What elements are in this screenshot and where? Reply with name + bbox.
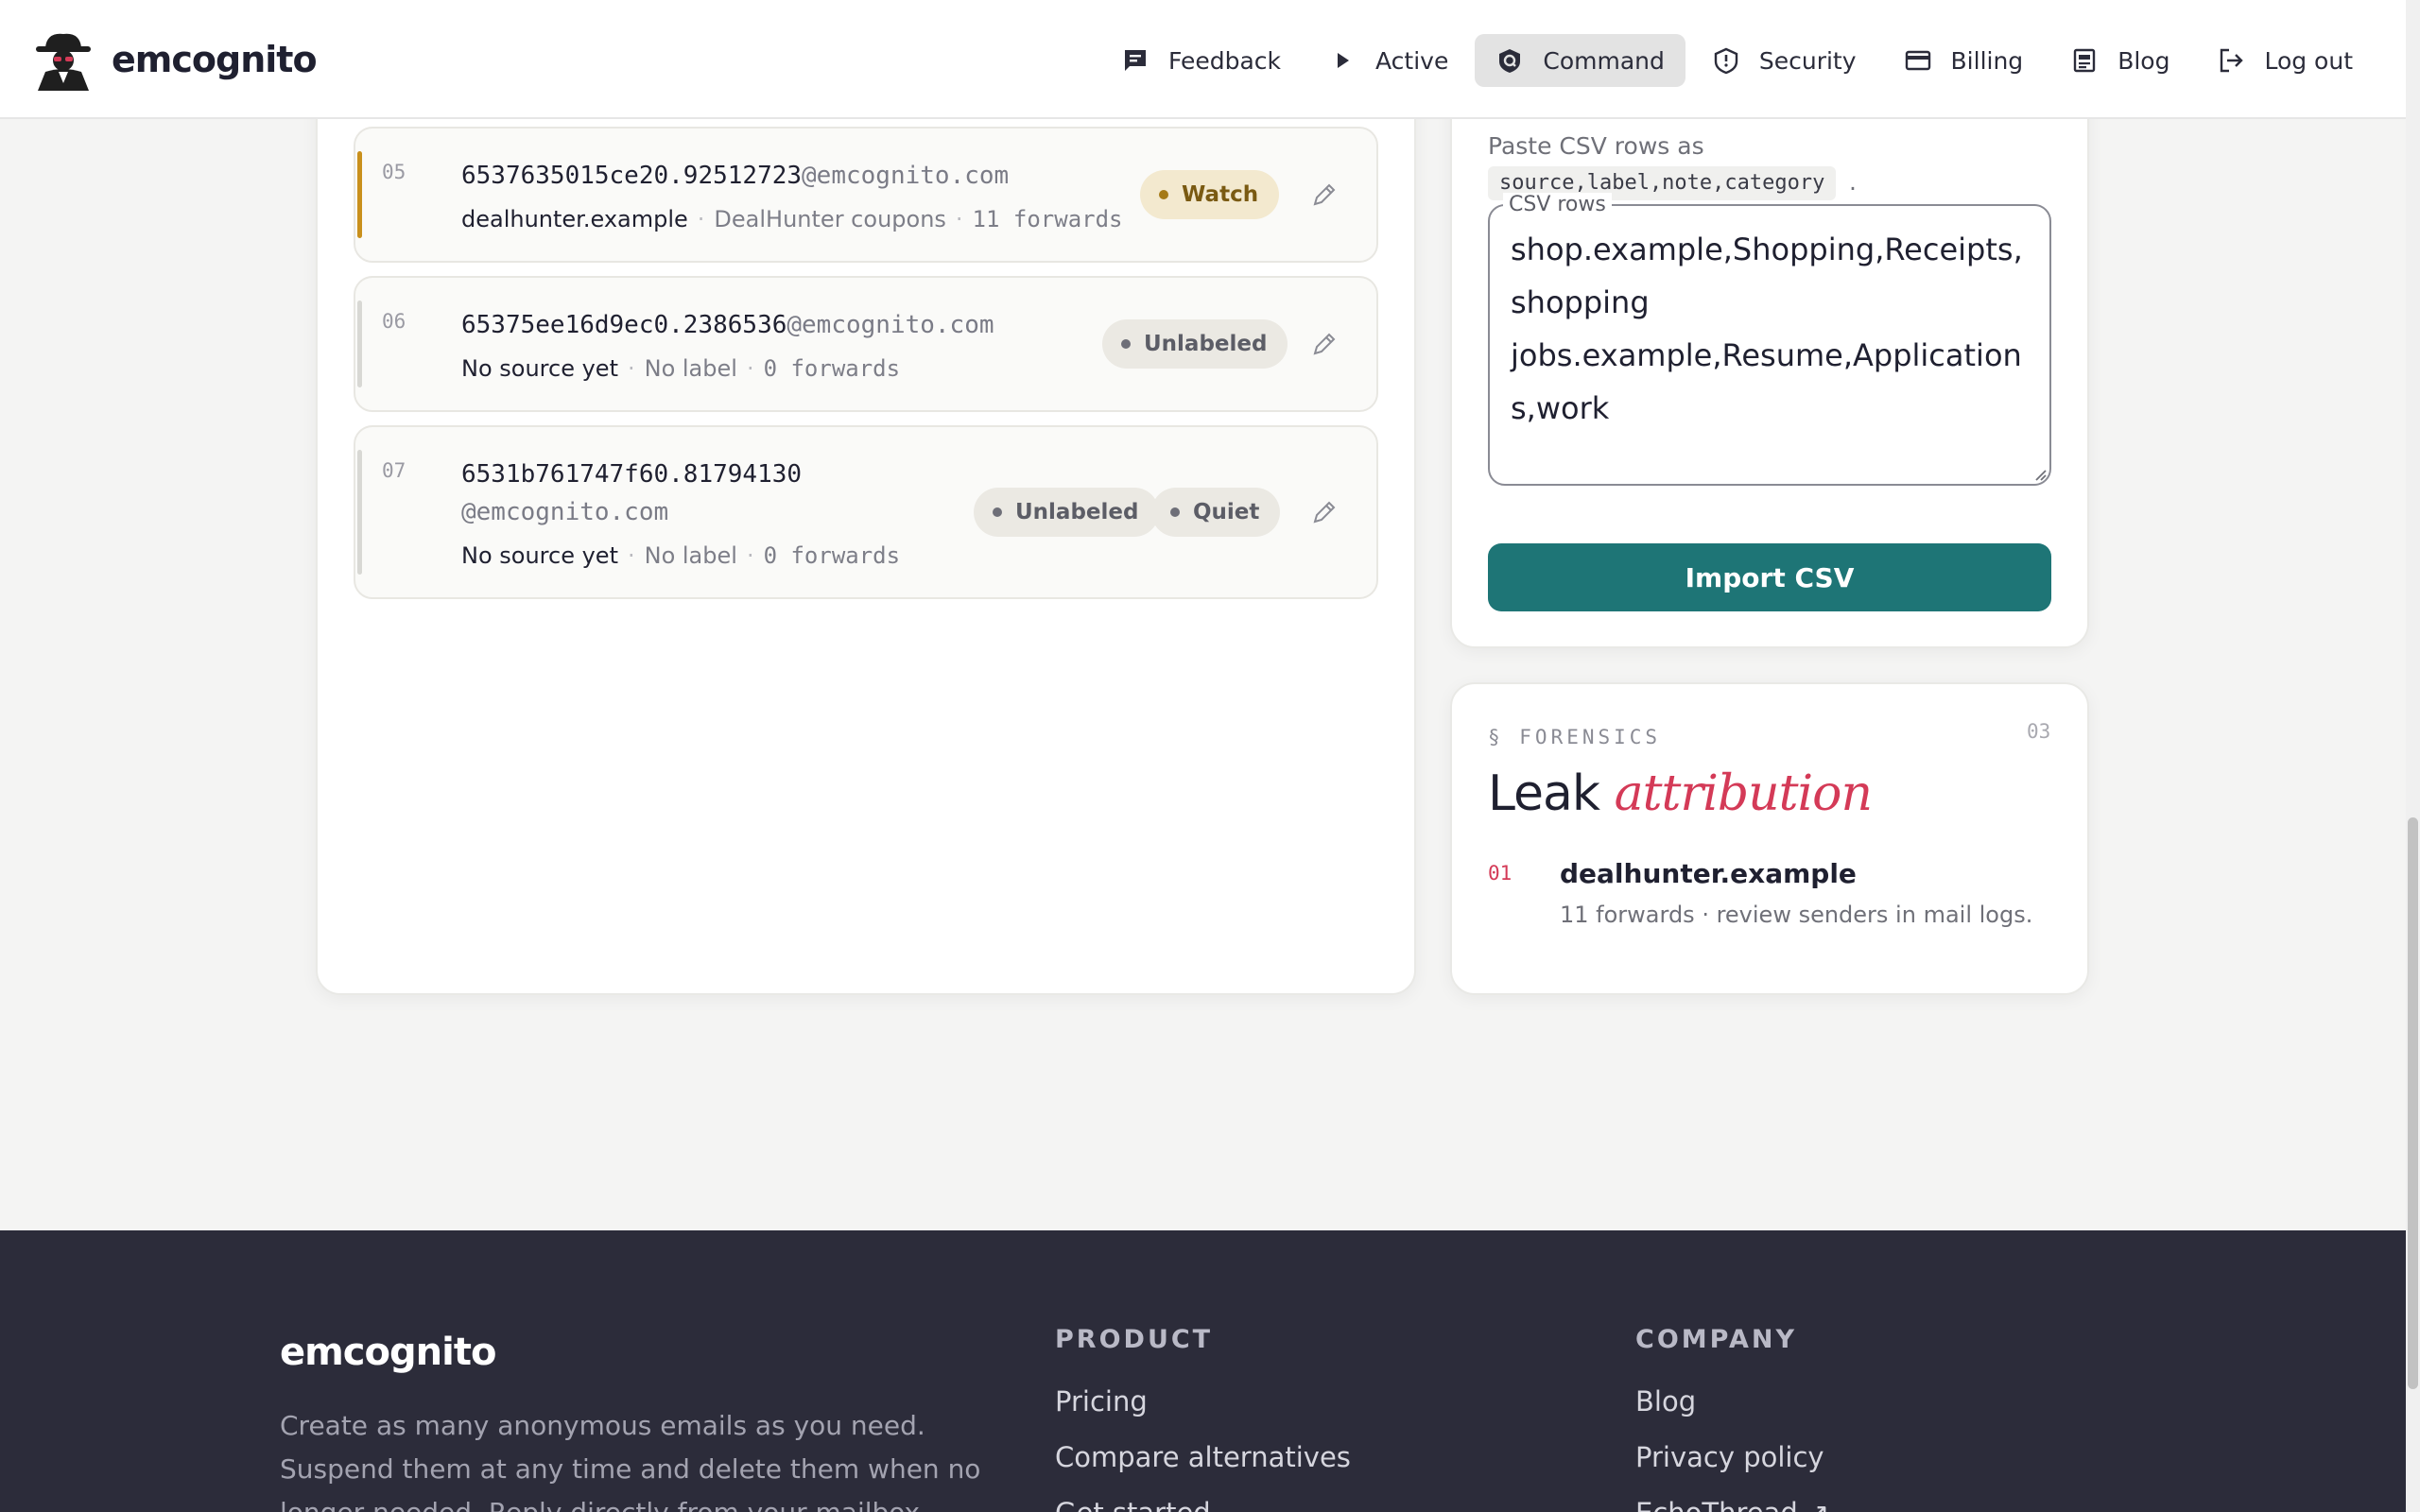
alias-meta: No source yet · No label · 0 forwards [461,355,901,382]
alias-domain: @emcognito.com [461,498,669,526]
nav-label: Log out [2264,46,2353,75]
status-dot [993,507,1002,517]
leak-rank: 01 [1488,862,1512,885]
footer-link-privacy[interactable]: Privacy policy [1635,1441,1824,1473]
spy-logo-icon [36,33,91,91]
footer-link-pricing[interactable]: Pricing [1055,1385,1148,1418]
nav-security[interactable]: Security [1691,34,1877,87]
feedback-icon [1124,50,1146,71]
footer-description: Create as many anonymous emails as you n… [280,1410,981,1512]
csv-format-period: . [1849,168,1857,196]
alias-forwards: 0 forwards [763,542,901,569]
leak-source: dealhunter.example [1560,858,1857,889]
row-accent-bar [357,151,362,238]
footer-brand[interactable]: emcognito [280,1331,496,1374]
nav-logout[interactable]: Log out [2196,34,2374,87]
status-badge: Quiet [1151,488,1281,537]
pencil-icon[interactable] [1310,330,1339,358]
status-label: Unlabeled [1015,500,1139,524]
status-badge: Watch [1140,170,1280,219]
top-nav-bar: emcognito Feedback Active Command Securi… [0,0,2406,119]
alias-address[interactable]: 65375ee16d9ec0.2386536@emcognito.com [461,306,994,344]
command-icon [1499,49,1521,73]
section-title: Leak attribution [1488,765,1873,822]
status-dot [1159,190,1168,199]
resize-grip-icon[interactable] [2032,467,2048,482]
nav-label: Command [1543,46,1665,75]
nav-label: Feedback [1167,46,1282,75]
section-number: 03 [2027,720,2051,743]
alias-domain: @emcognito.com [786,311,994,339]
alias-meta: dealhunter.example · DealHunter coupons · 11… [461,206,1123,232]
import-csv-button[interactable]: Import CSV [1488,543,2051,611]
status-label: Quiet [1193,500,1260,524]
nav-label: Active [1375,46,1449,75]
brand-name: emcognito [112,39,318,80]
title-plain: Leak [1488,765,1600,822]
alias-local: 65375ee16d9ec0.2386536 [461,311,787,339]
row-number: 05 [382,161,406,183]
nav-label: Security [1758,46,1857,75]
alias-source: No source yet [461,355,618,382]
nav-billing[interactable]: Billing [1883,34,2045,87]
nav-label: Billing [1950,46,2024,75]
import-hint: Paste CSV rows as [1488,132,1704,160]
footer-link-echothread[interactable]: EchoThread ↗ [1635,1497,1829,1512]
nav-feedback[interactable]: Feedback [1100,34,1302,87]
footer-link-get-started[interactable]: Get started [1055,1497,1211,1512]
alias-meta: No source yet · No label · 0 forwards [461,542,901,569]
alias-address[interactable]: 6537635015ce20.92512723@emcognito.com [461,157,1009,195]
csv-rows-value[interactable]: shop.example,Shopping,Receipts,shopping … [1511,223,2036,435]
title-accent: attribution [1614,765,1873,822]
alias-label: No label [644,542,737,569]
footer-link-compare[interactable]: Compare alternatives [1055,1441,1351,1473]
alias-domain: @emcognito.com [802,162,1010,190]
alias-forwards: 11 forwards [972,206,1123,232]
main-nav: Feedback Active Command Security Billing… [1095,34,2374,87]
status-badge: Unlabeled [1102,319,1288,369]
csv-rows-label: CSV rows [1503,193,1612,217]
nav-active[interactable]: Active [1307,34,1469,87]
nav-blog[interactable]: Blog [2049,34,2190,87]
alias-label: DealHunter coupons [714,206,946,232]
alias-local: 6531b761747f60.81794130 [461,460,803,489]
pencil-icon[interactable] [1310,180,1339,209]
alias-address[interactable]: 6531b761747f60.81794130 @emcognito.com [461,455,858,531]
alias-source: dealhunter.example [461,206,688,232]
row-number: 07 [382,459,406,482]
status-label: Unlabeled [1144,332,1268,356]
alias-forwards: 0 forwards [763,355,901,382]
brand[interactable]: emcognito [32,28,318,91]
shield-icon [1714,47,1738,75]
footer-link-blog[interactable]: Blog [1635,1385,1696,1418]
status-dot [1170,507,1180,517]
row-number: 06 [382,310,406,333]
footer-product-title: PRODUCT [1055,1325,1214,1354]
blog-icon [2073,48,2096,73]
row-accent-bar [357,450,362,575]
section-kicker: § FORENSICS [1488,726,1662,748]
nav-label: Blog [2118,46,2170,75]
alias-row[interactable]: 06 65375ee16d9ec0.2386536@emcognito.com … [354,276,1378,412]
footer-company-title: COMPANY [1635,1325,1797,1354]
status-badge: Unlabeled [974,488,1160,537]
alias-row[interactable]: 05 6537635015ce20.92512723@emcognito.com… [354,127,1378,263]
alias-row[interactable]: 07 6531b761747f60.81794130 @emcognito.com… [354,425,1378,599]
play-icon [1338,53,1350,68]
alias-source: No source yet [461,542,618,569]
leak-detail: 11 forwards · review senders in mail log… [1560,902,2033,928]
nav-command[interactable]: Command [1475,34,1685,87]
alias-local: 6537635015ce20.92512723 [461,162,803,190]
scrollbar-thumb[interactable] [2408,817,2418,1389]
pencil-icon[interactable] [1310,498,1339,526]
logout-icon [2221,48,2244,73]
status-label: Watch [1182,182,1259,207]
card-icon [1905,50,1930,71]
alias-label: No label [644,355,737,382]
status-dot [1121,339,1131,349]
row-accent-bar [357,301,362,387]
